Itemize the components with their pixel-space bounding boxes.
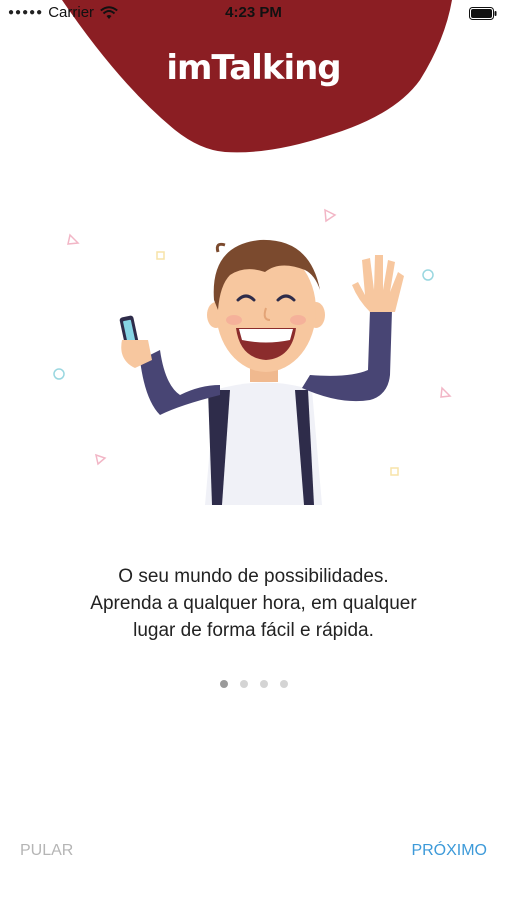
page-dot-1[interactable] — [219, 680, 228, 688]
page-dot-4[interactable] — [279, 680, 288, 688]
status-bar: ●●●●● Carrier 4:23 PM — [0, 0, 507, 26]
page-dot-2[interactable] — [239, 680, 248, 688]
caption-line: lugar de forma fácil e rápida. — [133, 620, 374, 641]
caption-line: Aprenda a qualquer hora, em qualquer — [90, 593, 417, 614]
battery-icon — [469, 7, 497, 20]
caption-line: O seu mundo de possibilidades. — [118, 566, 389, 587]
skip-button[interactable]: PULAR — [20, 842, 73, 860]
onboarding-caption: O seu mundo de possibilidades. Aprenda a… — [40, 563, 467, 644]
app-logo: imTalking — [0, 48, 507, 88]
status-time: 4:23 PM — [225, 4, 282, 21]
logo-text: imTalking — [166, 48, 341, 88]
page-dot-3[interactable] — [259, 680, 268, 688]
page-indicator — [0, 680, 507, 688]
onboarding-illustration — [53, 208, 452, 505]
next-button[interactable]: PRÓXIMO — [411, 842, 487, 860]
